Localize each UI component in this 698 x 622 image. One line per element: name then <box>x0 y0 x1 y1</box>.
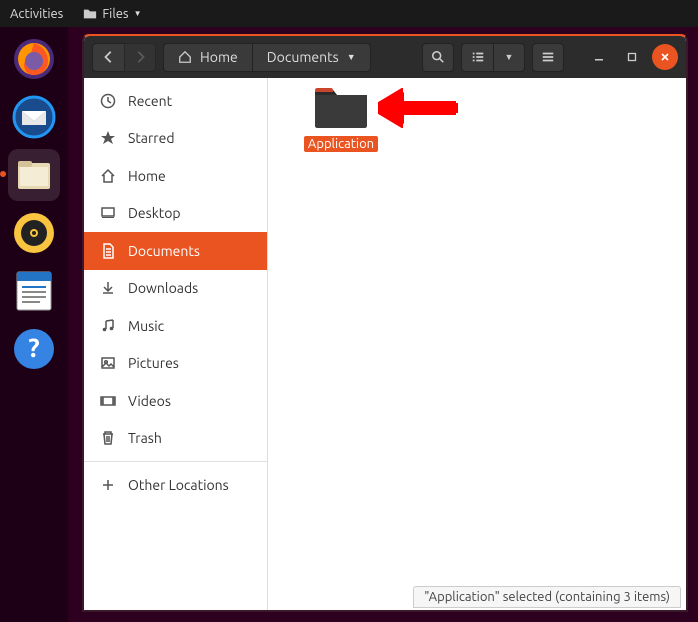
file-manager-window: Home Documents ▼ ▼ <box>82 34 688 612</box>
annotation-arrow <box>378 88 458 128</box>
files-menu-label: Files <box>102 7 128 21</box>
files-icon <box>83 7 97 21</box>
sidebar-item-label: Starred <box>128 130 175 146</box>
star-icon <box>100 130 116 146</box>
path-home-label: Home <box>200 49 238 65</box>
search-icon <box>431 50 445 64</box>
sidebar-item-label: Videos <box>128 393 171 409</box>
sidebar-item-label: Desktop <box>128 205 181 221</box>
status-bar: "Application" selected (containing 3 ite… <box>413 586 681 608</box>
maximize-icon <box>627 52 637 62</box>
status-text: "Application" selected (containing 3 ite… <box>424 590 670 604</box>
home-icon <box>100 168 116 184</box>
folder-label: Application <box>304 136 378 152</box>
files-menu[interactable]: Files ▼ <box>83 7 141 21</box>
sidebar-divider <box>84 461 267 462</box>
hamburger-button[interactable] <box>532 43 564 72</box>
view-dropdown-button[interactable]: ▼ <box>493 43 525 72</box>
folder-application[interactable]: Application <box>298 84 384 152</box>
desktop-icon <box>100 205 116 221</box>
chevron-left-icon <box>102 50 116 64</box>
dock-files[interactable] <box>8 149 60 201</box>
path-home[interactable]: Home <box>163 43 252 72</box>
dropdown-arrow-icon: ▼ <box>134 9 142 18</box>
file-pane[interactable]: Application "Application" selected (cont… <box>268 78 686 610</box>
dropdown-icon: ▼ <box>347 52 356 62</box>
sidebar-item-videos[interactable]: Videos <box>84 382 267 420</box>
minimize-button[interactable] <box>586 44 612 70</box>
sidebar-item-trash[interactable]: Trash <box>84 420 267 458</box>
music-icon <box>100 318 116 334</box>
activities-label: Activities <box>10 7 63 21</box>
forward-button[interactable] <box>124 43 156 72</box>
download-icon <box>100 280 116 296</box>
view-controls: ▼ <box>461 43 525 72</box>
dock-firefox[interactable] <box>8 33 60 85</box>
maximize-button[interactable] <box>619 44 645 70</box>
svg-text:?: ? <box>28 333 39 362</box>
chevron-right-icon <box>133 50 147 64</box>
folder-icon <box>313 84 369 130</box>
sidebar-item-documents[interactable]: Documents <box>84 232 267 270</box>
dock: ? <box>0 27 68 622</box>
clock-icon <box>100 93 116 109</box>
sidebar-item-label: Other Locations <box>128 477 229 493</box>
trash-icon <box>100 430 116 446</box>
sidebar-item-label: Trash <box>128 430 162 446</box>
gnome-topbar: Activities Files ▼ <box>0 0 698 27</box>
list-view-button[interactable] <box>461 43 493 72</box>
sidebar: Recent Starred Home Desktop Documents Do… <box>84 78 268 610</box>
close-button[interactable] <box>652 44 678 70</box>
dock-help[interactable]: ? <box>8 323 60 375</box>
hamburger-icon <box>541 50 555 64</box>
plus-icon <box>100 477 116 493</box>
sidebar-item-label: Recent <box>128 93 172 109</box>
sidebar-item-pictures[interactable]: Pictures <box>84 345 267 383</box>
sidebar-item-home[interactable]: Home <box>84 157 267 195</box>
sidebar-item-label: Music <box>128 318 164 334</box>
video-icon <box>100 393 116 409</box>
dropdown-icon: ▼ <box>505 52 514 62</box>
path-current[interactable]: Documents ▼ <box>252 43 371 72</box>
list-icon <box>471 50 485 64</box>
dock-rhythmbox[interactable] <box>8 207 60 259</box>
sidebar-item-label: Home <box>128 168 166 184</box>
picture-icon <box>100 355 116 371</box>
home-icon <box>178 50 192 64</box>
close-icon <box>660 52 670 62</box>
activities-button[interactable]: Activities <box>10 7 63 21</box>
sidebar-item-music[interactable]: Music <box>84 307 267 345</box>
content-area: Recent Starred Home Desktop Documents Do… <box>84 78 686 610</box>
nav-buttons <box>92 43 156 72</box>
sidebar-item-desktop[interactable]: Desktop <box>84 195 267 233</box>
path-current-label: Documents <box>267 49 339 65</box>
search-button[interactable] <box>422 43 454 72</box>
sidebar-item-label: Downloads <box>128 280 198 296</box>
sidebar-item-other-locations[interactable]: Other Locations <box>84 466 267 504</box>
back-button[interactable] <box>92 43 124 72</box>
sidebar-item-label: Documents <box>128 243 200 259</box>
sidebar-item-starred[interactable]: Starred <box>84 120 267 158</box>
minimize-icon <box>594 52 604 62</box>
dock-thunderbird[interactable] <box>8 91 60 143</box>
sidebar-item-downloads[interactable]: Downloads <box>84 270 267 308</box>
titlebar: Home Documents ▼ ▼ <box>84 36 686 78</box>
sidebar-item-recent[interactable]: Recent <box>84 82 267 120</box>
document-icon <box>100 243 116 259</box>
sidebar-item-label: Pictures <box>128 355 179 371</box>
path-bar: Home Documents ▼ <box>163 43 371 72</box>
dock-writer[interactable] <box>8 265 60 317</box>
